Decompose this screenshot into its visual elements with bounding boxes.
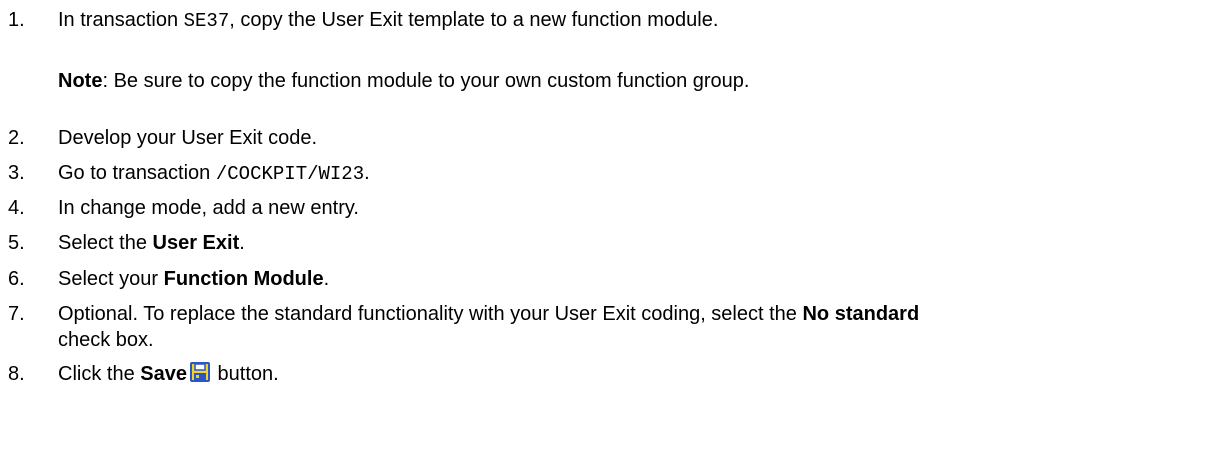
step-number: 1. [8, 9, 25, 31]
note-text: : Be sure to copy the function module to… [102, 70, 750, 92]
note: Note: Be sure to copy the function modul… [58, 69, 749, 93]
note-label: Note [58, 70, 103, 92]
step-text: Select your Function Module. [58, 267, 329, 291]
step-text-pre: Select your [58, 268, 164, 290]
step-text-pre: Go to transaction [58, 162, 216, 184]
save-icon [189, 362, 210, 382]
step-text: In change mode, add a new entry. [58, 197, 359, 219]
step-text: Develop your User Exit code. [58, 127, 318, 149]
step-text: Optional. To replace the standard functi… [58, 302, 919, 326]
step-number: 5. [8, 232, 25, 254]
step-text-pre: Select the [58, 232, 153, 254]
step-number: 3. [8, 162, 25, 184]
step-text-post: , copy the User Exit template to a new f… [229, 9, 719, 31]
step-text-post: . [364, 162, 370, 184]
step-text: In transaction SE37, copy the User Exit … [58, 8, 718, 33]
transaction-code: SE37 [183, 10, 230, 32]
step-text-pre: In transaction [58, 9, 184, 31]
step-text: Go to transaction /COCKPIT/WI23. [58, 161, 370, 186]
step-text-pre: Optional. To replace the standard functi… [58, 303, 803, 325]
step-text-line-2: check box. [58, 329, 154, 351]
step-text-post: . [323, 268, 330, 290]
step-number: 7. [8, 303, 25, 325]
transaction-code: /COCKPIT/WI23 [215, 163, 365, 185]
step-number: 6. [8, 268, 25, 290]
step-text-post: . [239, 232, 245, 254]
step-text: Click the Save button. [58, 362, 279, 386]
instruction-list: 1. In transaction SE37, copy the User Ex… [0, 0, 1216, 462]
step-bold-term: Function Module [163, 268, 324, 290]
step-number: 2. [8, 127, 25, 149]
step-number: 8. [8, 363, 25, 385]
step-text-post: button. [211, 363, 279, 385]
step-text-pre: Click the [58, 363, 141, 385]
step-number: 4. [8, 197, 25, 219]
step-bold-term: Save [140, 363, 187, 385]
step-text: Select the User Exit. [58, 231, 245, 255]
step-bold-term: No standard [802, 303, 920, 325]
step-bold-term: User Exit [152, 232, 240, 254]
